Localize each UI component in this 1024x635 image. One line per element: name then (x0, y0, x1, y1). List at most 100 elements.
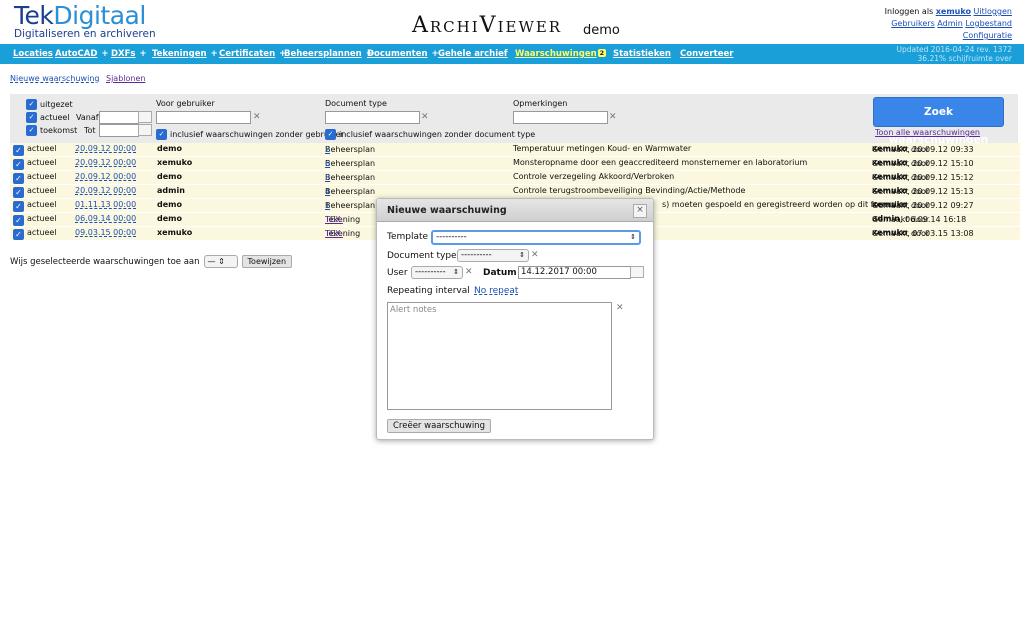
filter-toekomst[interactable]: ✓ toekomst (26, 125, 77, 136)
users-link[interactable]: Gebruikers (891, 19, 935, 28)
doctype-filter-input[interactable] (325, 111, 420, 124)
templates-link[interactable]: Sjablonen (106, 74, 145, 83)
from-date-input[interactable] (99, 111, 139, 124)
user-filter-input[interactable] (156, 111, 251, 124)
calendar-icon[interactable] (138, 124, 152, 136)
row-doc-link[interactable]: 2 (325, 145, 330, 154)
row-date-link[interactable]: 20.09.12 00:00 (75, 144, 136, 153)
to-date-input[interactable] (99, 124, 139, 137)
row-created: Gemaakt door admin, 06.09.14 16:18 (872, 214, 966, 224)
repeat-interval-link[interactable]: No repeat (474, 286, 518, 296)
nav-certificaten[interactable]: Certificaten + (219, 49, 286, 59)
filter-uitgezet[interactable]: ✓ uitgezet (26, 99, 73, 110)
nav-locaties[interactable]: Locaties (13, 49, 53, 59)
nav-dxfs[interactable]: DXFs + (111, 49, 147, 59)
row-doc-link[interactable]: 6 (325, 159, 330, 168)
alert-notes-textarea[interactable]: Alert notes (387, 302, 612, 410)
nav-waarschuwingen[interactable]: Waarschuwingen 2 (515, 49, 607, 59)
nav-gehele-archief[interactable]: Gehele archief (438, 49, 508, 59)
table-row[interactable]: ✓ actueel 20.09.12 00:00 demo Beheerspla… (10, 143, 1020, 157)
select-arrows-icon: ⇕ (630, 233, 636, 241)
row-doc-link[interactable]: 3 (325, 173, 330, 182)
expand-plus-icon[interactable]: + (211, 49, 218, 59)
checkbox-checked-icon[interactable]: ✓ (156, 129, 167, 140)
assign-button[interactable]: Toewijzen (241, 255, 293, 268)
nav-label: Converteer (680, 49, 734, 59)
doctype-filter-label: Document type (325, 99, 387, 108)
row-checkbox-icon[interactable]: ✓ (13, 159, 24, 170)
clear-icon[interactable]: ✕ (531, 250, 539, 260)
checkbox-checked-icon[interactable]: ✓ (26, 125, 37, 136)
nav-statistieken[interactable]: Statistieken (613, 49, 671, 59)
calendar-icon[interactable] (138, 111, 152, 123)
clear-icon[interactable]: ✕ (609, 112, 617, 122)
show-all-alerts-link[interactable]: Toon alle waarschuwingen (875, 128, 980, 137)
create-alert-button[interactable]: Creëer waarschuwing (387, 419, 491, 433)
include-no-user[interactable]: ✓ inclusief waarschuwingen zonder gebruik… (156, 129, 344, 140)
remarks-filter-input[interactable] (513, 111, 608, 124)
filter-panel: ✓ uitgezet ✓ actueel ✓ toekomst Vanaf Tot V… (10, 94, 1018, 144)
admin-link[interactable]: Admin (937, 19, 963, 28)
nav-label: AutoCAD (55, 49, 98, 59)
expand-plus-icon[interactable]: + (101, 49, 108, 59)
nav-converteer[interactable]: Converteer (680, 49, 733, 59)
row-date-link[interactable]: 09.03.15 00:00 (75, 228, 136, 237)
nav-documenten[interactable]: Documenten + (367, 49, 439, 59)
row-status: actueel (27, 158, 57, 167)
row-checkbox-icon[interactable]: ✓ (13, 201, 24, 212)
row-date-link[interactable]: 06.09.14 00:00 (75, 214, 136, 223)
row-date-link[interactable]: 01.11.13 00:00 (75, 200, 136, 209)
row-doc-link[interactable]: TEX- (325, 215, 343, 224)
table-row[interactable]: ✓ actueel 20.09.12 00:00 xemuko Beheersp… (10, 157, 1020, 171)
doctype-select[interactable]: ---------- ⇕ (457, 249, 529, 262)
checkbox-checked-icon[interactable]: ✓ (325, 129, 336, 140)
row-date-link[interactable]: 20.09.12 00:00 (75, 186, 136, 195)
filter-actueel[interactable]: ✓ actueel (26, 112, 70, 123)
user-label: User (387, 268, 408, 278)
username-link[interactable]: xemuko (936, 7, 971, 16)
row-checkbox-icon[interactable]: ✓ (13, 187, 24, 198)
assign-user-select[interactable]: — ⇕ (203, 255, 238, 268)
logout-link[interactable]: Uitloggen (974, 7, 1012, 16)
dialog-header[interactable]: Nieuwe waarschuwing × (377, 199, 653, 222)
row-checkbox-icon[interactable]: ✓ (13, 229, 24, 240)
row-date-link[interactable]: 20.09.12 00:00 (75, 172, 136, 181)
close-icon[interactable]: × (633, 204, 647, 218)
checkbox-checked-icon[interactable]: ✓ (26, 112, 37, 123)
user-select[interactable]: ---------- ⇕ (411, 266, 463, 279)
clear-icon[interactable]: ✕ (465, 267, 473, 277)
checkbox-checked-icon[interactable]: ✓ (26, 99, 37, 110)
clear-icon[interactable]: ✕ (616, 303, 624, 313)
table-row[interactable]: ✓ actueel 20.09.12 00:00 admin Beheerspl… (10, 185, 1020, 199)
nav-label: Locaties (13, 49, 53, 59)
alert-count-badge: 2 (597, 49, 607, 57)
new-alert-link[interactable]: Nieuwe waarschuwing (10, 74, 99, 83)
row-checkbox-icon[interactable]: ✓ (13, 215, 24, 226)
nav-beheersplannen[interactable]: Beheersplannen + (284, 49, 373, 59)
row-checkbox-icon[interactable]: ✓ (13, 145, 24, 156)
row-doc-type: Beheersplan (325, 173, 376, 182)
row-date-link[interactable]: 20.09.12 00:00 (75, 158, 136, 167)
nav-autocad[interactable]: AutoCAD + (55, 49, 109, 59)
nav-label: Documenten (367, 49, 428, 59)
include-no-doctype[interactable]: ✓ inclusief waarschuwingen zonder documen… (325, 129, 535, 140)
clear-icon[interactable]: ✕ (253, 112, 261, 122)
nav-tekeningen[interactable]: Tekeningen + (152, 49, 218, 59)
expand-plus-icon[interactable]: + (139, 49, 146, 59)
table-row[interactable]: ✓ actueel 20.09.12 00:00 demo Beheerspla… (10, 171, 1020, 185)
template-select[interactable]: ---------- ⇕ (431, 230, 641, 245)
configuration-link[interactable]: Configuratie (963, 31, 1012, 40)
nav-label: Gehele archief (438, 49, 508, 59)
row-doc-link[interactable]: 4 (325, 187, 330, 196)
calendar-icon[interactable] (630, 266, 644, 278)
clear-icon[interactable]: ✕ (421, 112, 429, 122)
app-title-b: RCHI (429, 18, 480, 36)
logbook-link[interactable]: Logbestand (965, 19, 1012, 28)
search-alerts-button[interactable]: Zoek waarschuwingen (873, 97, 1004, 146)
row-doc-link[interactable]: TEX- (325, 229, 343, 238)
date-input[interactable]: 14.12.2017 00:00 (518, 266, 631, 279)
row-doc-link[interactable]: 1 (325, 201, 330, 210)
tekdigitaal-logo[interactable]: TekDigitaal Digitaliseren en archiveren (14, 2, 156, 41)
row-checkbox-icon[interactable]: ✓ (13, 173, 24, 184)
login-prefix: Inloggen als (884, 7, 934, 16)
